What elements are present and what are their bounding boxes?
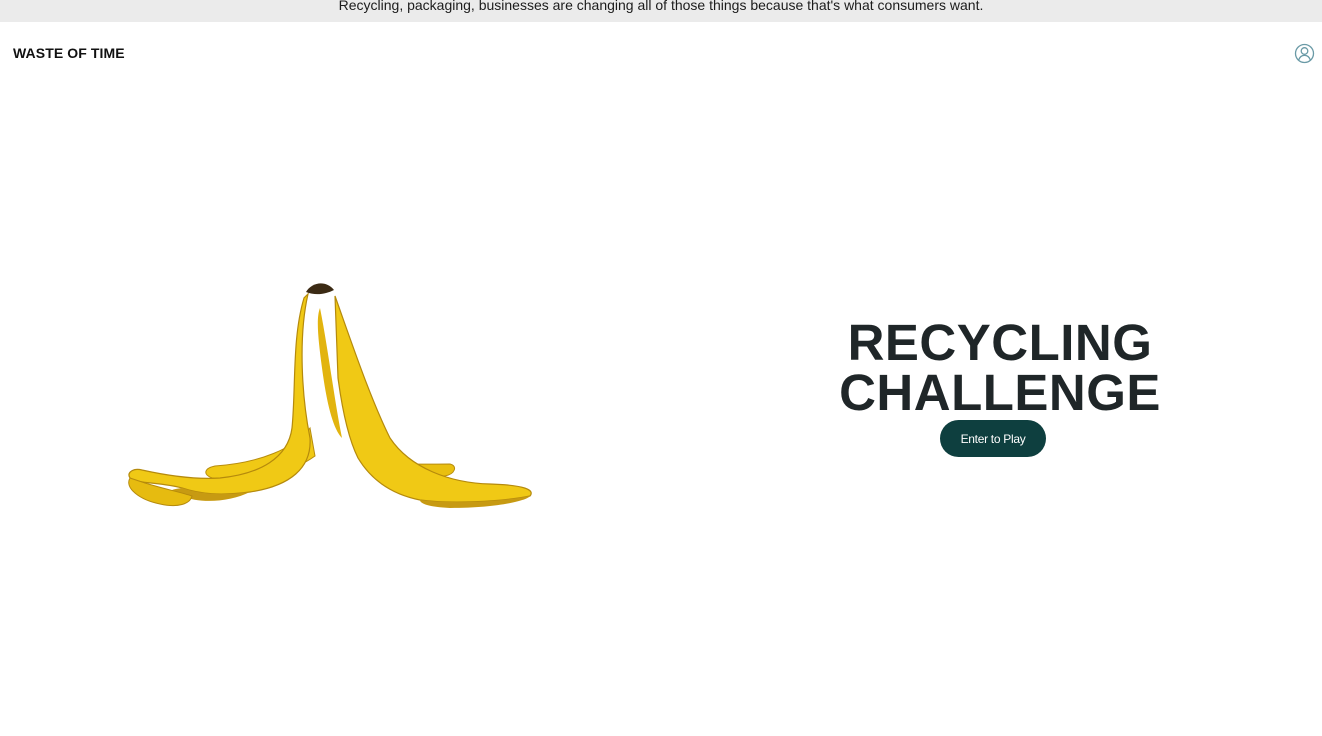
hero-title-line-1: RECYCLING — [847, 314, 1153, 371]
banana-peel-illustration — [120, 278, 540, 528]
user-circle-icon — [1294, 43, 1315, 64]
hero-title-line-2: CHALLENGE — [839, 364, 1161, 421]
banana-peel-image — [128, 283, 532, 508]
account-button[interactable] — [1294, 43, 1315, 64]
brand-logo-link[interactable]: WASTE OF TIME — [13, 45, 125, 61]
enter-to-play-button[interactable]: Enter to Play — [940, 420, 1046, 457]
announcement-bar: Recycling, packaging, businesses are cha… — [0, 0, 1322, 22]
hero-title: RECYCLING CHALLENGE — [800, 314, 1200, 421]
announcement-text: Recycling, packaging, businesses are cha… — [338, 0, 984, 13]
landing-page: Recycling, packaging, businesses are cha… — [0, 0, 1322, 736]
